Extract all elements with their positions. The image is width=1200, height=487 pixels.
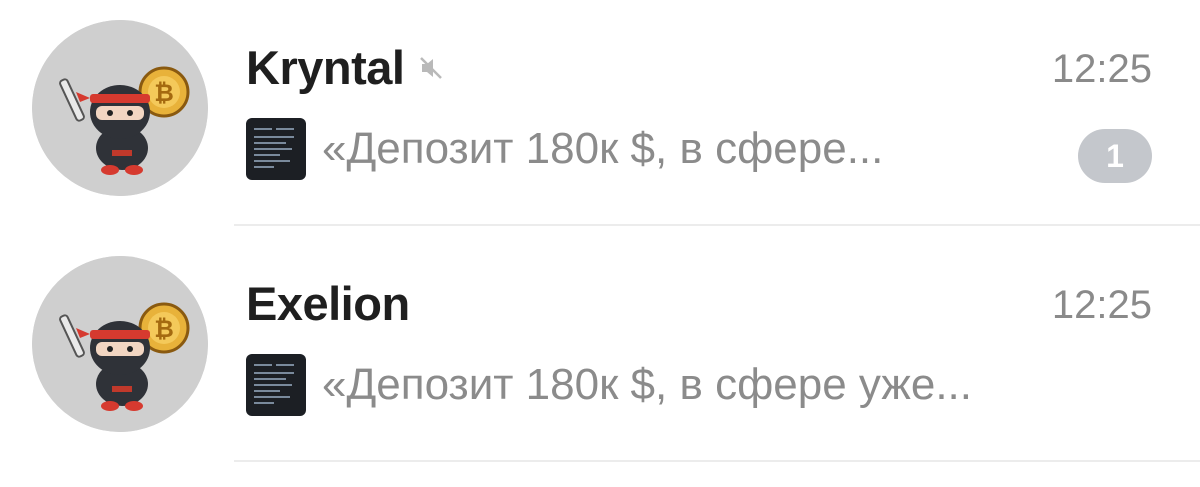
svg-text:₿: ₿ — [154, 315, 174, 343]
message-preview: «Депозит 180к $, в сфере уже... — [246, 354, 972, 416]
chat-name: Kryntal — [246, 41, 405, 94]
avatar[interactable]: ₿ — [32, 20, 208, 196]
divider — [234, 224, 1200, 226]
avatar[interactable]: ₿ — [32, 256, 208, 432]
preview-text: «Депозит 180к $, в сфере... — [322, 124, 884, 173]
chat-row-exelion[interactable]: ₿ Exelion 12:25 «Депозит 180к $, в сфере… — [0, 236, 1200, 468]
chat-name: Exelion — [246, 277, 410, 330]
chat-title-line: Kryntal — [246, 40, 446, 96]
image-thumbnail — [246, 354, 306, 416]
image-thumbnail — [246, 118, 306, 180]
ninja-bitcoin-icon: ₿ — [32, 256, 208, 432]
chat-title-line: Exelion — [246, 276, 410, 332]
svg-text:₿: ₿ — [154, 79, 174, 107]
muted-speaker-icon — [416, 53, 446, 83]
message-preview: «Депозит 180к $, в сфере... — [246, 118, 883, 180]
message-time: 12:25 — [1051, 283, 1152, 327]
divider — [234, 460, 1200, 462]
preview-text: «Депозит 180к $, в сфере уже... — [322, 360, 972, 409]
message-time: 12:25 — [1051, 47, 1152, 91]
chat-list: ₿ Kryntal 12:25 «Депозит 180к $, в сфере… — [0, 0, 1200, 487]
unread-badge: 1 — [1078, 129, 1152, 183]
ninja-bitcoin-icon: ₿ — [32, 20, 208, 196]
chat-row-kryntal[interactable]: ₿ Kryntal 12:25 «Депозит 180к $, в сфере… — [0, 0, 1200, 232]
